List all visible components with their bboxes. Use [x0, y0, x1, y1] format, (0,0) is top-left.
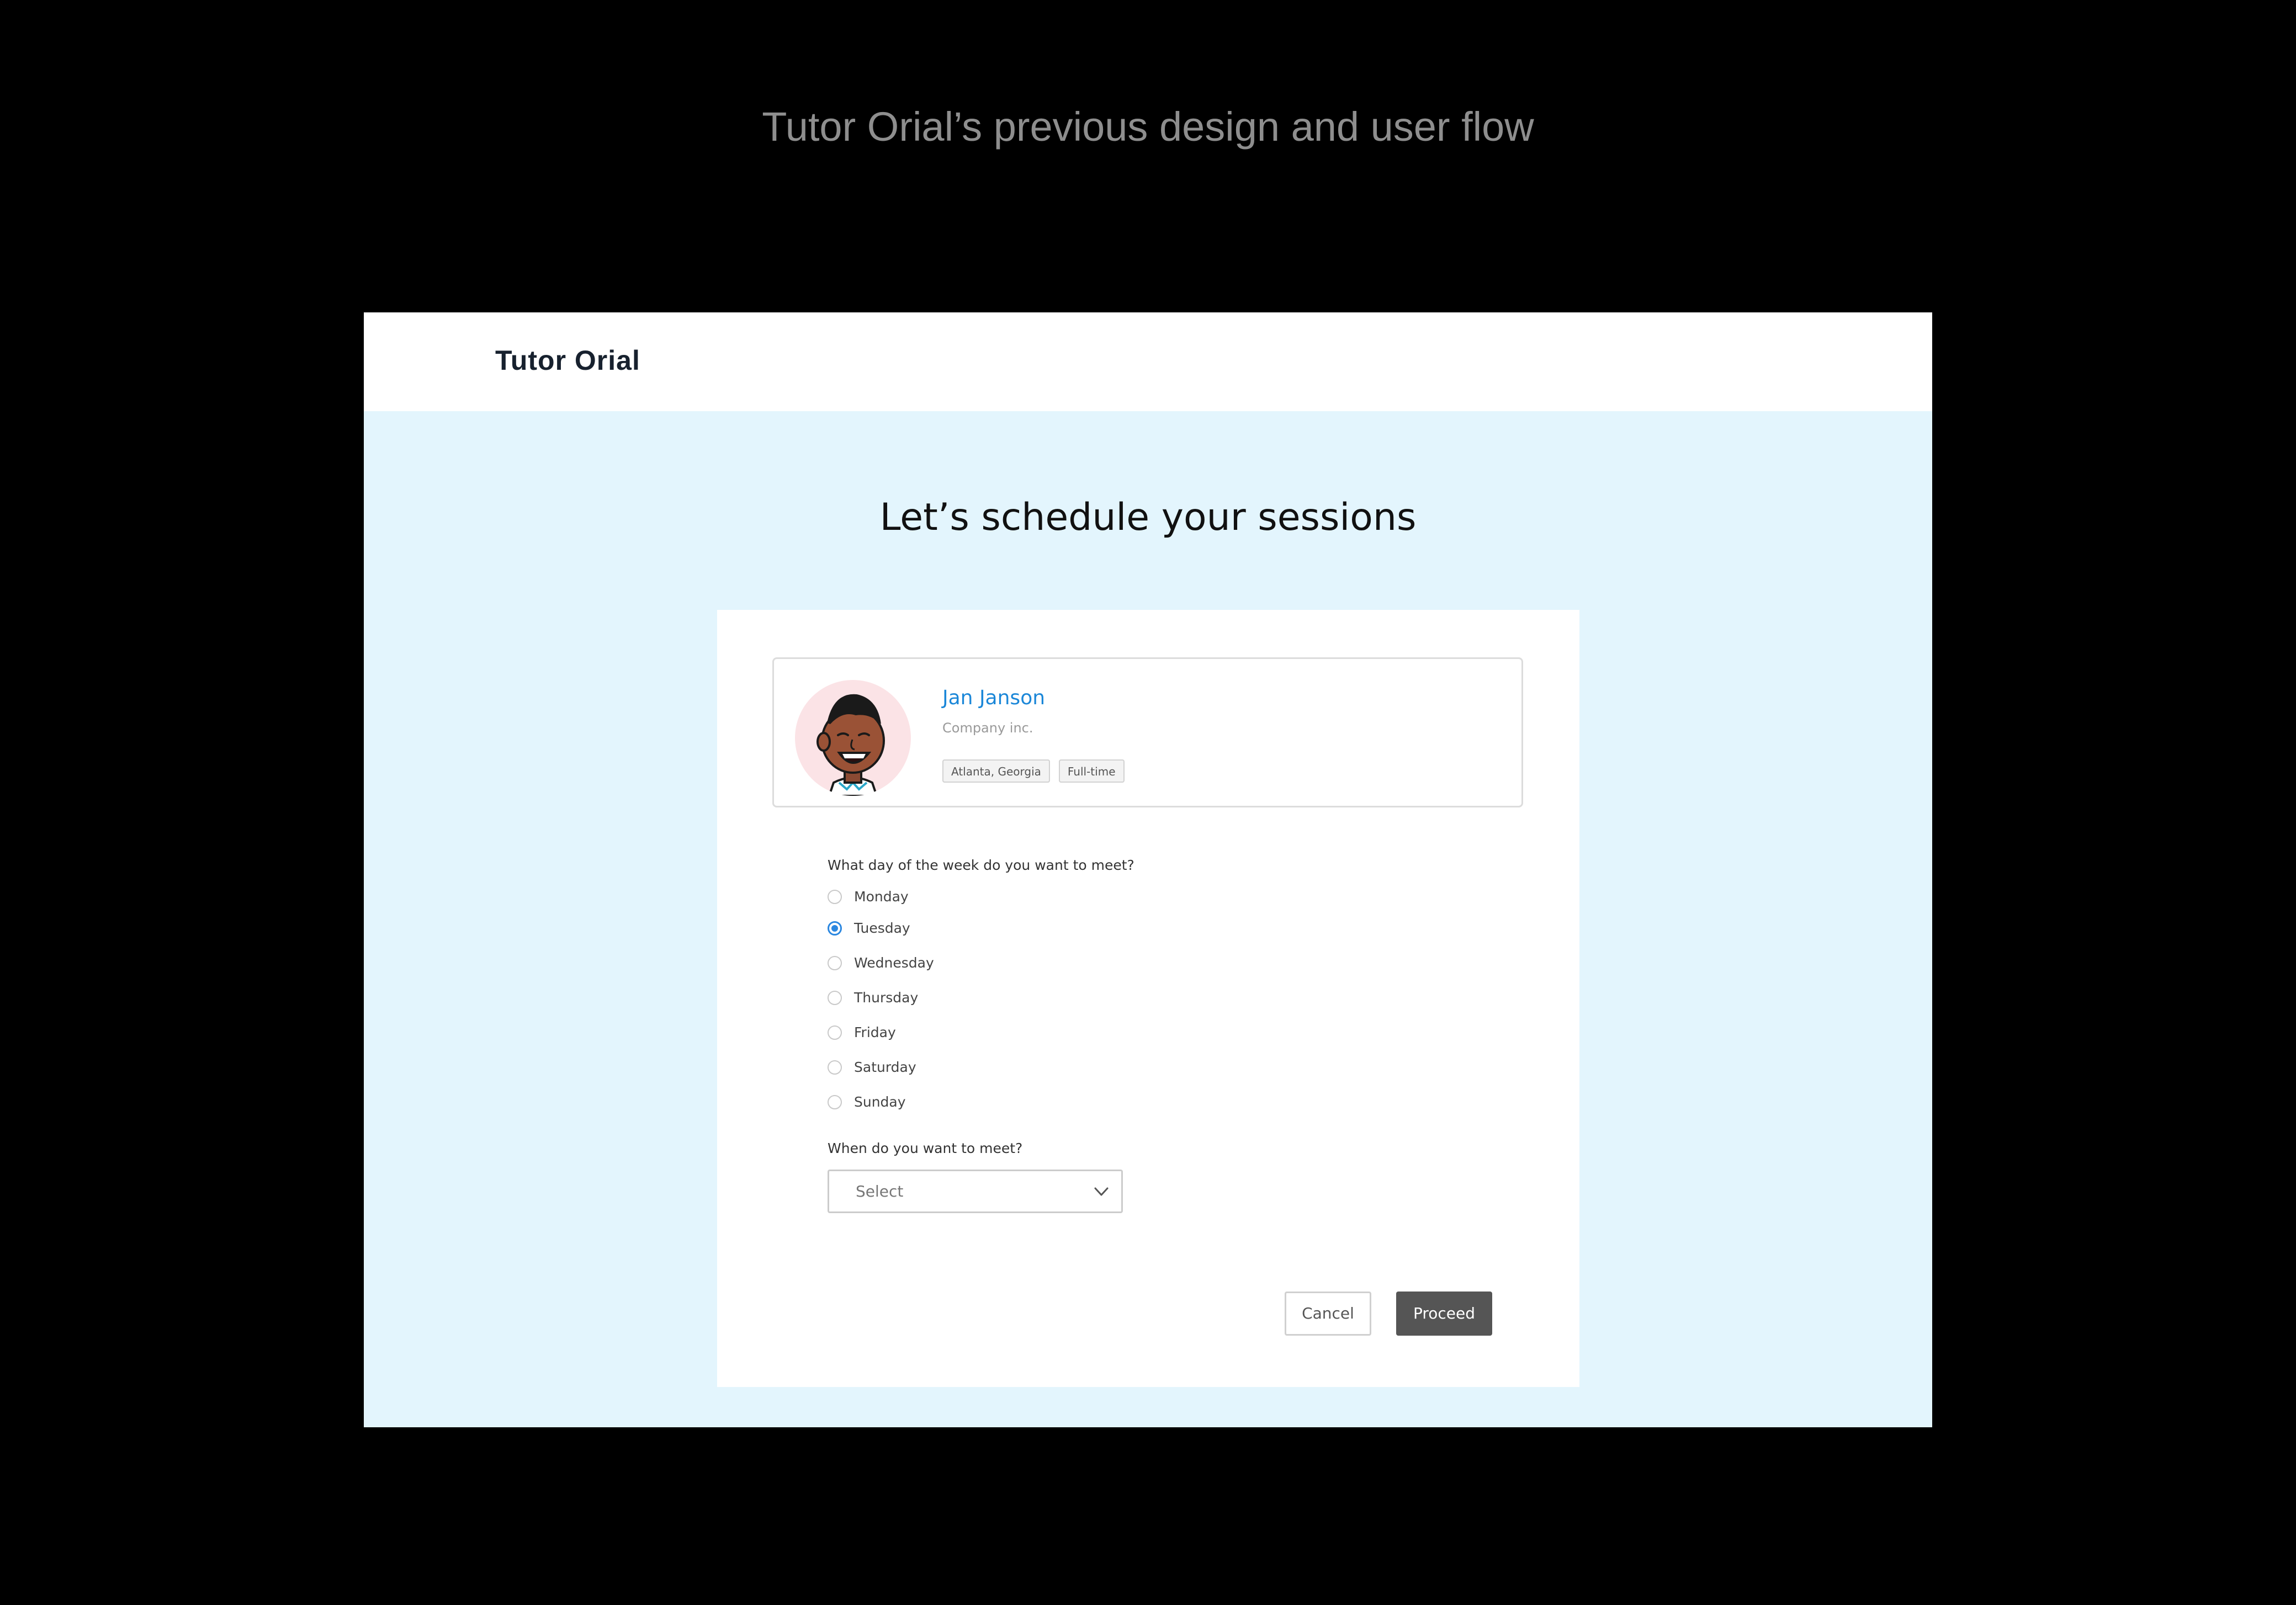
day-option-label: Saturday: [854, 1059, 916, 1075]
location-tag: Atlanta, Georgia: [942, 759, 1050, 783]
day-option-label: Monday: [854, 889, 909, 905]
brand-logo[interactable]: Tutor Orial: [495, 341, 640, 380]
day-option-label: Friday: [854, 1024, 896, 1040]
day-option-sunday[interactable]: Sunday: [828, 1091, 906, 1113]
radio-button[interactable]: [828, 1060, 842, 1075]
chevron-down-icon: [1094, 1187, 1109, 1196]
tutor-tags: Atlanta, Georgia Full-time: [942, 759, 1125, 783]
day-option-label: Wednesday: [854, 955, 934, 971]
top-bar: Tutor Orial: [364, 312, 1932, 411]
time-question-label: When do you want to meet?: [828, 1140, 1023, 1156]
scheduling-card: Jan Janson Company inc. Atlanta, Georgia…: [717, 610, 1579, 1387]
slide-caption: Tutor Orial’s previous design and user f…: [762, 104, 1534, 150]
day-option-monday[interactable]: Monday: [828, 886, 909, 908]
time-select-value: Select: [856, 1182, 904, 1200]
time-select[interactable]: Select: [828, 1170, 1123, 1213]
screenshot-canvas: Tutor Orial’s previous design and user f…: [0, 0, 2296, 1605]
day-option-friday[interactable]: Friday: [828, 1022, 896, 1044]
day-option-saturday[interactable]: Saturday: [828, 1056, 916, 1078]
proceed-button[interactable]: Proceed: [1396, 1292, 1492, 1336]
radio-button[interactable]: [828, 890, 842, 904]
day-option-label: Thursday: [854, 990, 919, 1006]
employment-tag: Full-time: [1058, 759, 1125, 783]
app-window: Tutor Orial Let’s schedule your sessions: [364, 312, 1932, 1427]
radio-button[interactable]: [828, 991, 842, 1005]
radio-button[interactable]: [828, 1025, 842, 1040]
day-option-label: Tuesday: [854, 920, 910, 936]
tutor-name[interactable]: Jan Janson: [942, 684, 1045, 712]
day-option-wednesday[interactable]: Wednesday: [828, 952, 934, 974]
tutor-profile-card: Jan Janson Company inc. Atlanta, Georgia…: [772, 657, 1523, 807]
day-option-label: Sunday: [854, 1094, 906, 1110]
tutor-company: Company inc.: [942, 720, 1033, 736]
radio-button-selected[interactable]: [828, 921, 842, 936]
page-title: Let’s schedule your sessions: [879, 496, 1417, 539]
avatar: [795, 680, 911, 796]
radio-button[interactable]: [828, 956, 842, 970]
avatar-illustration: [816, 694, 885, 796]
day-question-label: What day of the week do you want to meet…: [828, 857, 1134, 873]
radio-button[interactable]: [828, 1095, 842, 1109]
day-option-thursday[interactable]: Thursday: [828, 987, 918, 1009]
day-option-tuesday[interactable]: Tuesday: [828, 917, 910, 939]
cancel-button[interactable]: Cancel: [1285, 1292, 1371, 1336]
